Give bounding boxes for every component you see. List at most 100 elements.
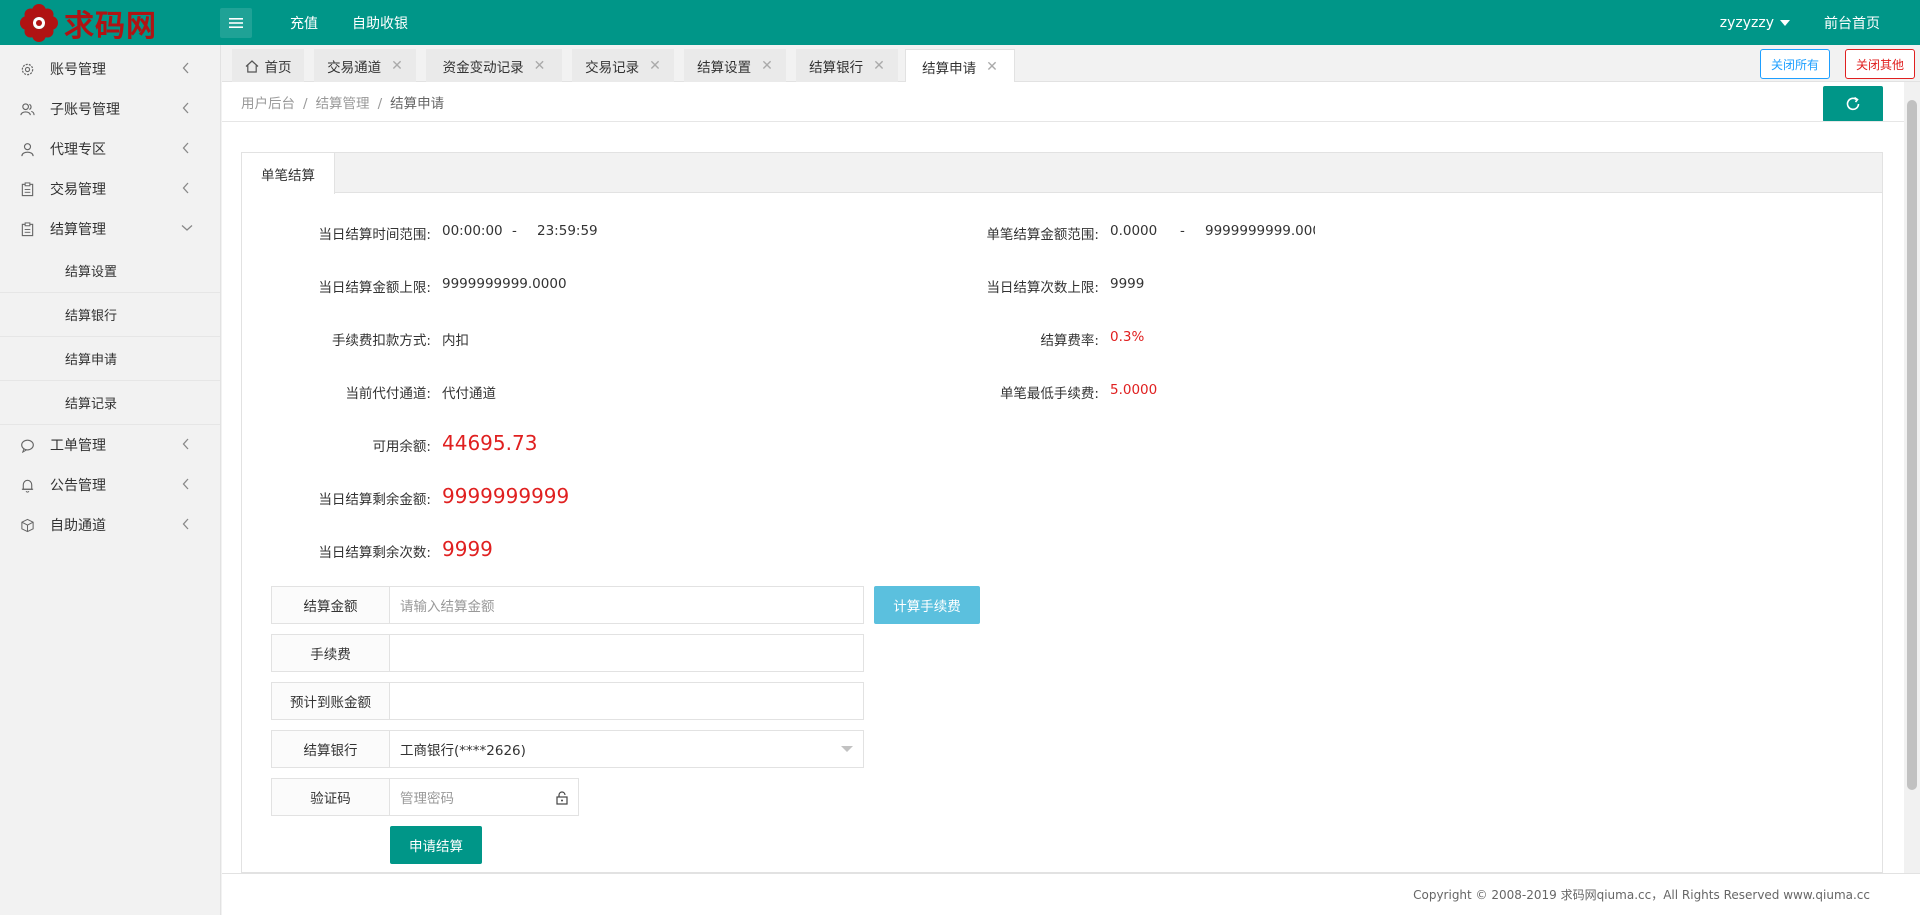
expected-field-label: 预计到账金额 — [271, 682, 390, 720]
copyright-text: Copyright © 2008-2019 求码网qiuma.cc，All Ri… — [1413, 888, 1870, 902]
chevron-left-icon — [182, 478, 189, 490]
breadcrumb-item[interactable]: 用户后台 — [241, 96, 295, 112]
logo[interactable]: 求码网 — [18, 0, 157, 45]
daily-limit-value: 9999999999.0000 — [442, 276, 567, 292]
fee-field-label: 手续费 — [271, 634, 390, 672]
sidebar-subitem-settlement-apply[interactable]: 结算申请 — [0, 337, 220, 381]
sidebar-item-subaccount[interactable]: 子账号管理 — [0, 89, 220, 129]
divider — [222, 121, 1904, 122]
chevron-left-icon — [182, 102, 189, 114]
top-bar: 求码网 充值 自助收银 zyzyzzy 前台首页 — [0, 0, 1920, 45]
sidebar-item-trade[interactable]: 交易管理 — [0, 169, 220, 209]
code-row: 验证码 管理密码 — [271, 778, 579, 816]
chevron-left-icon — [182, 62, 189, 74]
sidebar-item-account[interactable]: 账号管理 — [0, 49, 220, 89]
sidebar-subitem-settlement-settings[interactable]: 结算设置 — [0, 249, 220, 293]
tab-single-settlement[interactable]: 单笔结算 — [242, 153, 335, 194]
nav-self-cashier[interactable]: 自助收银 — [352, 13, 408, 33]
close-icon[interactable]: ✕ — [534, 58, 546, 74]
sidebar-item-self-channel[interactable]: 自助通道 — [0, 505, 220, 545]
sidebar-subitem-settlement-bank[interactable]: 结算银行 — [0, 293, 220, 337]
daily-count-label: 当日结算次数上限: — [986, 280, 1099, 296]
sidebar-item-label: 公告管理 — [50, 478, 106, 494]
close-icon[interactable]: ✕ — [761, 58, 773, 74]
menu-toggle-button[interactable] — [220, 8, 252, 38]
remain-count-value: 9999 — [442, 537, 493, 561]
sidebar-item-agent[interactable]: 代理专区 — [0, 129, 220, 169]
amount-range-label: 单笔结算金额范围: — [986, 227, 1099, 243]
tab-trade-channel[interactable]: 交易通道 ✕ — [314, 49, 416, 83]
code-field-label: 验证码 — [271, 778, 390, 816]
clipboard-icon — [20, 181, 35, 197]
chevron-left-icon — [182, 518, 189, 530]
top-right-nav: zyzyzzy 前台首页 — [1720, 0, 1880, 45]
tab-settlement-settings[interactable]: 结算设置 ✕ — [684, 49, 786, 83]
page-tabs: 首页 交易通道 ✕ 资金变动记录 ✕ 交易记录 ✕ 结算设置 ✕ 结算银行 ✕ 结算申请 ✕ — [222, 45, 1920, 83]
channel-value: 代付通道 — [442, 386, 496, 402]
fee-row: 手续费 — [271, 634, 864, 672]
tab-label: 结算设置 — [697, 60, 752, 76]
fee-rate-label: 结算费率: — [1040, 333, 1099, 349]
close-icon[interactable]: ✕ — [649, 58, 661, 74]
settlement-amount-input[interactable]: 请输入结算金额 — [390, 586, 864, 624]
tab-home[interactable]: 首页 — [232, 49, 304, 83]
logo-text: 求码网 — [64, 8, 157, 44]
scrollbar-thumb[interactable] — [1907, 100, 1917, 790]
breadcrumb-separator: / — [377, 96, 383, 112]
sidebar-item-label: 子账号管理 — [50, 102, 120, 118]
password-input[interactable]: 管理密码 — [390, 778, 579, 816]
amount-min-value: 0.0000 — [1110, 223, 1158, 239]
tab-trade-records[interactable]: 交易记录 ✕ — [572, 49, 674, 83]
fee-input[interactable] — [390, 634, 864, 672]
calculate-fee-button[interactable]: 计算手续费 — [874, 586, 980, 624]
chevron-down-icon — [181, 225, 193, 231]
sidebar-subitem-settlement-records[interactable]: 结算记录 — [0, 381, 220, 425]
user-menu[interactable]: zyzyzzy — [1720, 15, 1790, 31]
refresh-button[interactable] — [1823, 86, 1883, 122]
min-fee-label: 单笔最低手续费: — [999, 386, 1099, 402]
tab-fund-changes[interactable]: 资金变动记录 ✕ — [426, 49, 562, 83]
nav-recharge[interactable]: 充值 — [290, 13, 318, 33]
breadcrumb-separator: / — [303, 96, 308, 112]
amount-dash: - — [1180, 223, 1185, 239]
remain-amount-value: 9999999999 — [442, 484, 570, 508]
fee-rate-value: 0.3% — [1110, 329, 1145, 345]
close-icon[interactable]: ✕ — [986, 59, 998, 75]
user-name: zyzyzzy — [1719, 14, 1774, 31]
fee-method-label: 手续费扣款方式: — [331, 333, 431, 349]
min-fee-value: 5.0000 — [1110, 382, 1158, 398]
close-all-tabs-button[interactable]: 关闭所有 — [1760, 49, 1831, 79]
time-dash: - — [512, 223, 517, 239]
chevron-left-icon — [182, 182, 189, 194]
gear-icon — [20, 62, 35, 77]
sidebar-item-label: 交易管理 — [50, 182, 106, 198]
time-start-value: 00:00:00 — [442, 223, 503, 239]
cube-icon — [20, 518, 35, 533]
hamburger-icon — [229, 18, 243, 28]
sidebar-item-label: 账号管理 — [50, 62, 106, 78]
tab-settlement-apply[interactable]: 结算申请 ✕ — [905, 49, 1015, 83]
user-group-icon — [20, 102, 35, 117]
sidebar-item-tickets[interactable]: 工单管理 — [0, 425, 220, 465]
bank-select[interactable]: 工商银行(****2626) — [390, 730, 864, 768]
close-icon[interactable]: ✕ — [391, 58, 403, 74]
sidebar-item-label: 结算管理 — [50, 222, 106, 238]
chevron-left-icon — [182, 438, 189, 450]
password-placeholder: 管理密码 — [400, 791, 454, 807]
expected-amount-input[interactable] — [390, 682, 864, 720]
breadcrumb-current: 结算申请 — [390, 96, 445, 112]
sidebar-item-label: 工单管理 — [50, 438, 106, 454]
fee-method-value: 内扣 — [442, 333, 469, 349]
breadcrumb: 用户后台 / 结算管理 / 结算申请 — [241, 92, 444, 112]
balance-label: 可用余额: — [372, 439, 431, 455]
close-other-tabs-button[interactable]: 关闭其他 — [1845, 49, 1916, 79]
tab-settlement-bank[interactable]: 结算银行 ✕ — [796, 49, 898, 83]
front-home-link[interactable]: 前台首页 — [1824, 13, 1880, 33]
breadcrumb-item[interactable]: 结算管理 — [316, 96, 370, 112]
sidebar-item-settlement[interactable]: 结算管理 — [0, 209, 220, 249]
sidebar-item-label: 自助通道 — [50, 518, 106, 534]
sidebar-item-notices[interactable]: 公告管理 — [0, 465, 220, 505]
submit-settlement-button[interactable]: 申请结算 — [390, 826, 482, 864]
remain-amount-label: 当日结算剩余金额: — [318, 492, 431, 508]
close-icon[interactable]: ✕ — [873, 58, 885, 74]
